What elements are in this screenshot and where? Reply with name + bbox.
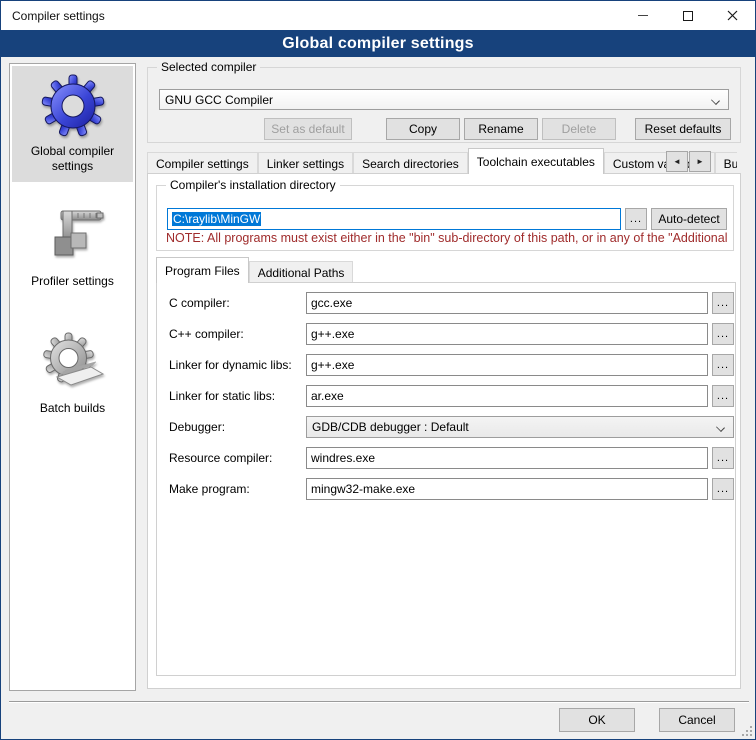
installation-directory-group-label: Compiler's installation directory [166,178,340,192]
cpp-compiler-browse-button[interactable]: ... [712,323,734,345]
close-button[interactable] [710,1,755,30]
titlebar: Compiler settings [1,1,755,30]
c-compiler-label: C compiler: [169,292,230,314]
ok-button[interactable]: OK [559,708,635,732]
window-title: Compiler settings [1,9,620,23]
minimize-icon [638,15,648,16]
c-compiler-input[interactable] [306,292,708,314]
debugger-select-value: GDB/CDB debugger : Default [312,420,469,434]
linker-static-input[interactable] [306,385,708,407]
reset-defaults-button[interactable]: Reset defaults [635,118,731,140]
maximize-icon [683,11,693,21]
installation-directory-input[interactable]: C:\raylib\MinGW [167,208,621,230]
rename-button[interactable]: Rename [464,118,538,140]
tab-scroll-left-button[interactable]: ◄ [666,151,688,172]
make-program-input[interactable] [306,478,708,500]
linker-static-browse-button[interactable]: ... [712,385,734,407]
linker-dynamic-browse-button[interactable]: ... [712,354,734,376]
close-icon [727,10,738,21]
cpp-compiler-label: C++ compiler: [169,323,244,345]
auto-detect-button[interactable]: Auto-detect [651,208,727,230]
sidebar-item-global-compiler-settings[interactable]: Global compiler settings [12,66,133,182]
main-tabstrip: Compiler settings Linker settings Search… [147,148,737,174]
c-compiler-browse-button[interactable]: ... [712,292,734,314]
selected-compiler-group-label: Selected compiler [157,60,260,74]
dialog-header: Global compiler settings [1,30,755,57]
sidebar-item-batch-builds[interactable]: Batch builds [12,323,133,424]
settings-category-list: Global compiler settings Profiler settin… [9,63,136,691]
resource-compiler-input[interactable] [306,447,708,469]
sidebar-item-label: Global compiler settings [14,144,131,174]
installation-directory-browse-button[interactable]: ... [625,208,647,230]
copy-button[interactable]: Copy [386,118,460,140]
cancel-button[interactable]: Cancel [659,708,735,732]
minimize-button[interactable] [620,1,665,30]
linker-dynamic-label: Linker for dynamic libs: [169,354,292,376]
linker-static-label: Linker for static libs: [169,385,275,407]
tab-program-files[interactable]: Program Files [156,257,249,283]
linker-dynamic-input[interactable] [306,354,708,376]
installation-note: NOTE: All programs must exist either in … [166,231,736,245]
chevron-down-icon [711,96,720,105]
compiler-select-value: GNU GCC Compiler [165,93,273,107]
compiler-settings-dialog: Compiler settings Global compiler settin… [0,0,756,740]
sidebar-item-label: Batch builds [14,401,131,416]
tab-linker-settings[interactable]: Linker settings [258,152,353,174]
resource-compiler-browse-button[interactable]: ... [712,447,734,469]
sidebar-item-profiler-settings[interactable]: Profiler settings [12,196,133,297]
debugger-label: Debugger: [169,416,225,438]
selected-compiler-group: Selected compiler GNU GCC Compiler Set a… [147,67,741,143]
chevron-down-icon [716,423,725,432]
set-as-default-button[interactable]: Set as default [264,118,352,140]
arrow-left-icon: ◄ [673,157,681,166]
footer-separator [9,701,749,703]
make-program-browse-button[interactable]: ... [712,478,734,500]
resize-grip[interactable] [742,726,752,736]
gear-gray-stack-icon [41,331,105,395]
tab-search-directories[interactable]: Search directories [353,152,468,174]
gear-blue-icon [41,74,105,138]
resource-compiler-label: Resource compiler: [169,447,272,469]
program-files-tabstrip: Program Files Additional Paths [156,257,556,283]
installation-directory-value: C:\raylib\MinGW [172,212,261,226]
arrow-right-icon: ► [696,157,704,166]
toolchain-executables-page: Compiler's installation directory C:\ray… [147,173,741,689]
tab-build-options[interactable]: Build options [715,152,737,174]
tab-additional-paths[interactable]: Additional Paths [249,261,354,283]
delete-button[interactable]: Delete [542,118,616,140]
debugger-select[interactable]: GDB/CDB debugger : Default [306,416,734,438]
dialog-header-title: Global compiler settings [282,35,474,53]
cpp-compiler-input[interactable] [306,323,708,345]
tab-scroll-right-button[interactable]: ► [689,151,711,172]
compiler-select[interactable]: GNU GCC Compiler [159,89,729,110]
make-program-label: Make program: [169,478,250,500]
program-files-panel: C compiler: ... C++ compiler: ... Linker… [156,282,736,676]
maximize-button[interactable] [665,1,710,30]
tab-compiler-settings[interactable]: Compiler settings [147,152,258,174]
caliper-icon [41,204,105,268]
sidebar-item-label: Profiler settings [14,274,131,289]
tab-toolchain-executables[interactable]: Toolchain executables [468,148,604,174]
